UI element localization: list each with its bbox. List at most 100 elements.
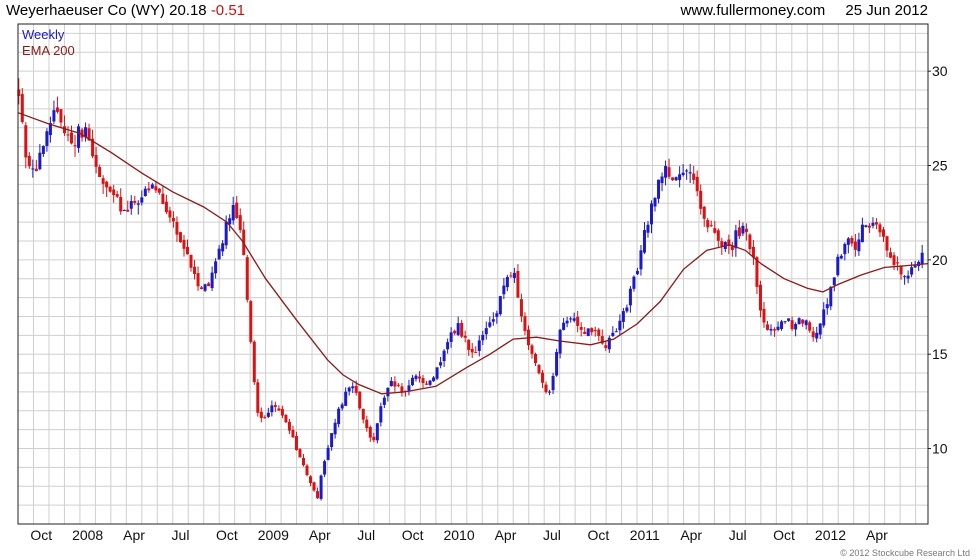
candle-down xyxy=(294,436,298,451)
candle-up xyxy=(270,405,274,413)
candle-up xyxy=(551,375,555,391)
candle-down xyxy=(509,275,513,277)
candle-down xyxy=(881,229,885,237)
candle-down xyxy=(850,237,854,244)
candle-up xyxy=(498,296,502,315)
candle-up xyxy=(382,397,386,405)
candle-up xyxy=(326,447,330,460)
candle-down xyxy=(312,482,316,491)
candle-up xyxy=(614,331,618,333)
candle-up xyxy=(505,276,509,288)
candle-down xyxy=(583,331,587,334)
candle-up xyxy=(52,110,56,122)
candle-down xyxy=(801,319,805,324)
candle-down xyxy=(284,415,288,423)
candle-down xyxy=(361,408,365,420)
candle-up xyxy=(389,380,393,387)
x-tick-label: Apr xyxy=(680,527,702,543)
candle-down xyxy=(358,391,362,409)
candle-up xyxy=(548,391,552,393)
candle-up xyxy=(628,288,632,306)
candle-down xyxy=(238,215,242,231)
candlesticks xyxy=(17,78,924,501)
candle-up xyxy=(572,318,576,321)
x-tick-label: Apr xyxy=(866,527,888,543)
candle-up xyxy=(913,265,917,268)
candle-down xyxy=(305,465,309,476)
candle-up xyxy=(347,387,351,392)
candle-down xyxy=(396,384,400,386)
candle-down xyxy=(263,417,267,419)
candle-down xyxy=(667,167,671,177)
candle-down xyxy=(189,254,193,268)
candle-up xyxy=(224,221,228,246)
candle-up xyxy=(31,168,35,170)
candle-down xyxy=(115,194,119,197)
candle-up xyxy=(330,433,334,448)
candle-up xyxy=(456,323,460,335)
candle-up xyxy=(618,320,622,331)
x-tick-label: Apr xyxy=(495,527,517,543)
candle-down xyxy=(126,209,130,212)
candle-down xyxy=(291,429,295,438)
candle-down xyxy=(758,284,762,311)
candle-down xyxy=(287,421,291,431)
candle-down xyxy=(108,186,112,192)
candle-up xyxy=(857,239,861,252)
candle-down xyxy=(579,326,583,330)
x-tick-label: Oct xyxy=(216,527,238,543)
candle-down xyxy=(70,132,74,144)
candle-down xyxy=(762,308,766,323)
candle-up xyxy=(379,406,383,423)
candle-down xyxy=(235,202,239,218)
candle-up xyxy=(822,309,826,326)
candle-down xyxy=(896,262,900,264)
candle-down xyxy=(207,283,211,287)
candle-down xyxy=(147,188,151,191)
candle-up xyxy=(446,342,450,350)
candle-down xyxy=(273,405,277,407)
candle-up xyxy=(780,321,784,329)
candle-up xyxy=(625,307,629,312)
x-tick-label: 2012 xyxy=(815,527,846,543)
candle-down xyxy=(853,241,857,250)
candle-up xyxy=(860,224,864,243)
candle-up xyxy=(797,318,801,325)
candle-down xyxy=(164,201,168,213)
candle-down xyxy=(874,222,878,225)
candle-down xyxy=(699,190,703,209)
x-axis: Oct 2008 Apr Jul Oct 2009 Apr Jul Oct 2010 Apr Jul O… xyxy=(30,527,888,543)
candle-up xyxy=(586,328,590,337)
candle-down xyxy=(889,252,893,258)
y-tick-label: 10 xyxy=(932,441,948,457)
candle-up xyxy=(45,131,49,146)
candle-down xyxy=(309,476,313,484)
candle-up xyxy=(815,332,819,339)
candle-up xyxy=(646,224,650,233)
candle-down xyxy=(59,109,63,123)
x-tick-label: 2009 xyxy=(258,527,289,543)
x-tick-label: Jul xyxy=(172,527,190,543)
candle-down xyxy=(161,193,165,205)
candle-up xyxy=(337,408,341,425)
candle-down xyxy=(421,378,425,384)
candle-up xyxy=(140,197,144,203)
x-tick-label: Oct xyxy=(773,527,795,543)
candle-down xyxy=(365,419,369,429)
candle-down xyxy=(27,155,31,167)
candle-down xyxy=(695,176,699,192)
candle-down xyxy=(671,177,675,181)
candle-up xyxy=(829,286,833,307)
candle-up xyxy=(846,238,850,245)
candle-down xyxy=(590,328,594,333)
candle-down xyxy=(200,287,204,290)
candle-up xyxy=(266,412,270,417)
candle-down xyxy=(597,329,601,337)
candle-up xyxy=(569,318,573,320)
candle-down xyxy=(24,125,28,158)
candle-down xyxy=(713,228,717,233)
grid xyxy=(17,24,928,525)
candle-up xyxy=(657,179,661,199)
candle-up xyxy=(864,225,868,227)
candle-up xyxy=(787,318,791,321)
